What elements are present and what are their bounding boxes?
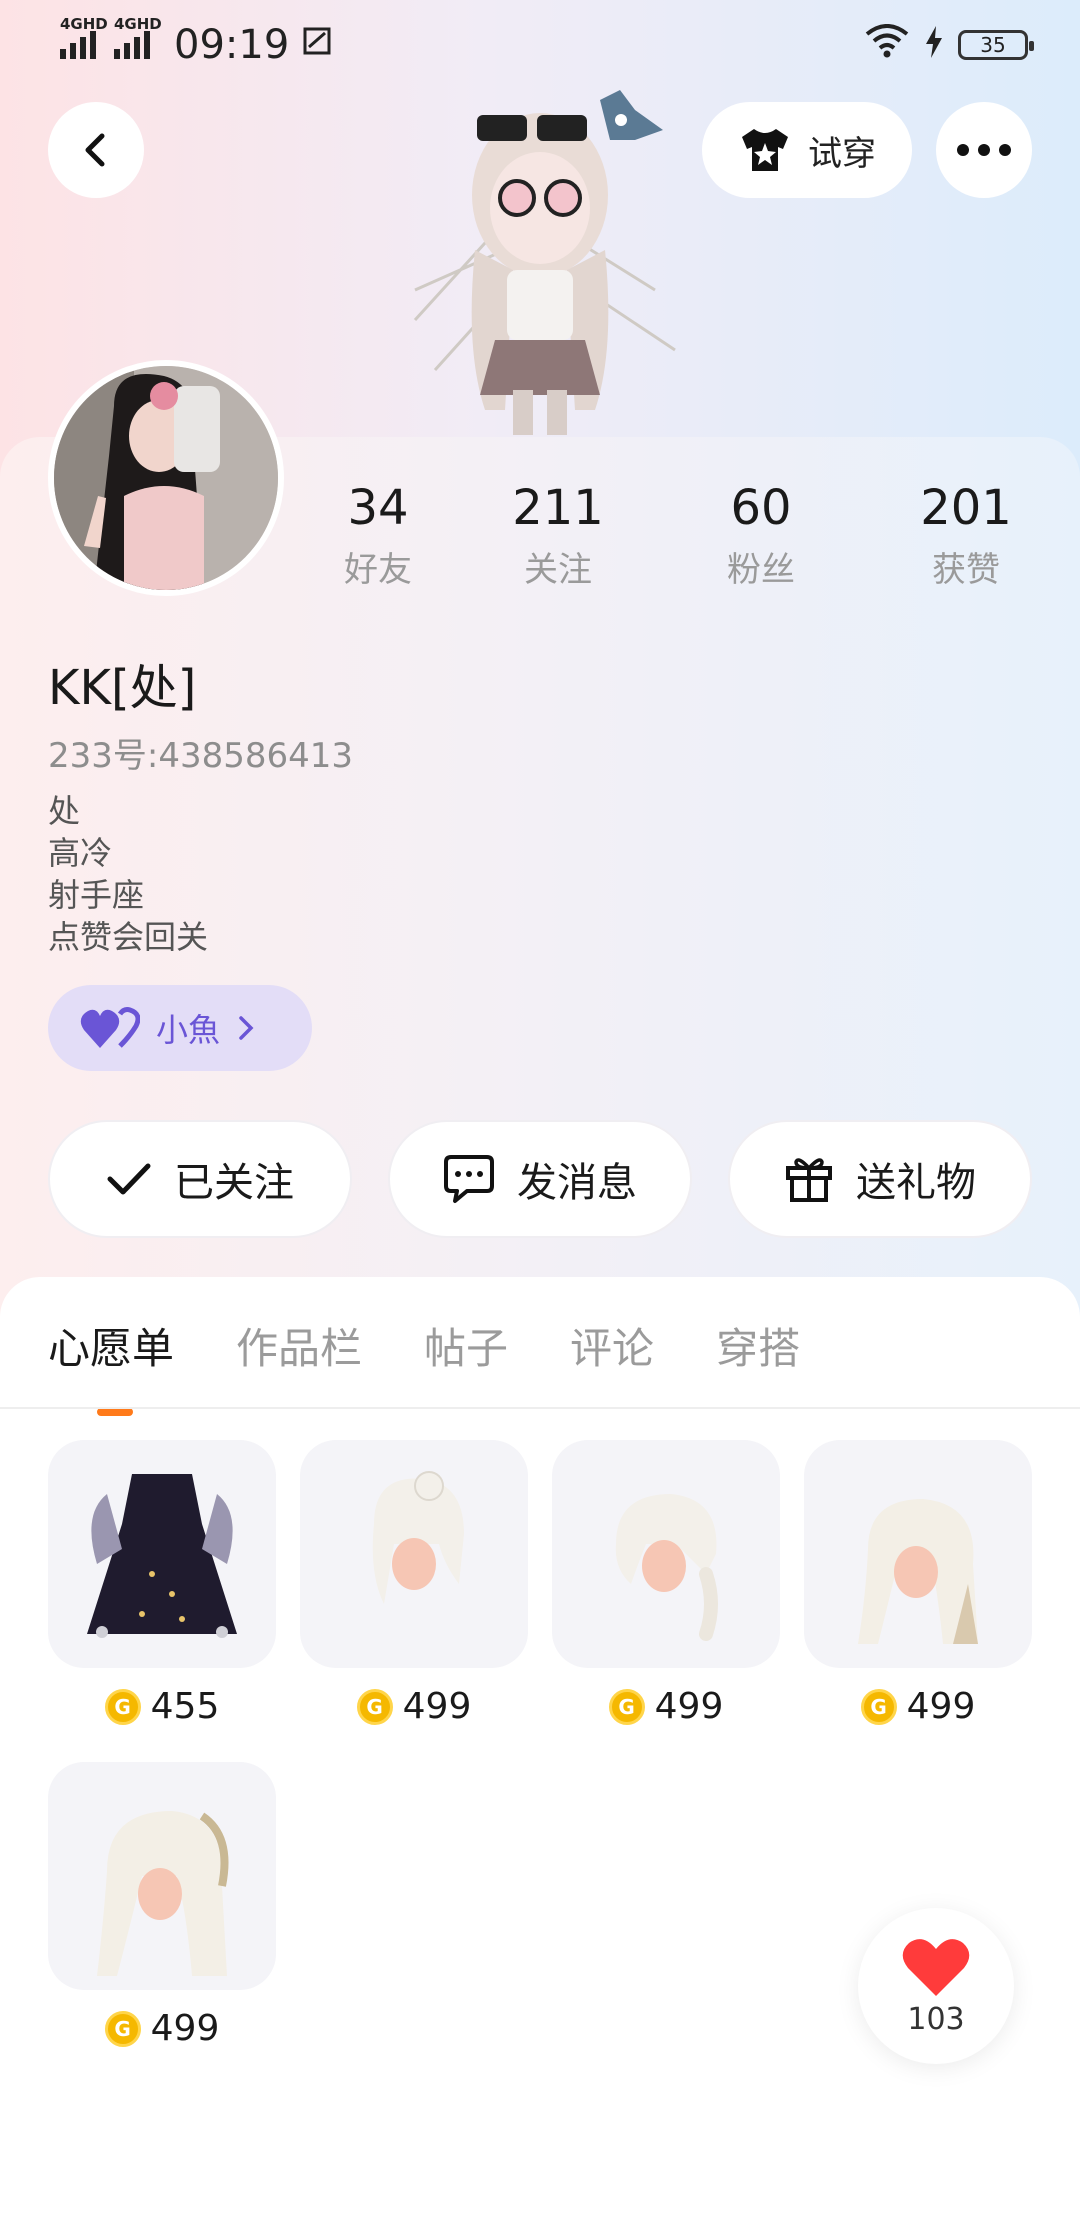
bio-line: 射手座 (48, 876, 145, 914)
item-thumbnail (552, 1440, 780, 1668)
avatar-3d-figure[interactable] (395, 90, 695, 435)
stat-label: 关注 (524, 550, 592, 590)
item-thumbnail (804, 1440, 1032, 1668)
stat-following[interactable]: 211 关注 (478, 480, 638, 591)
status-bar: 4GHD 4GHD 09:19 35 (0, 0, 1080, 90)
followed-button[interactable]: 已关注 (48, 1120, 352, 1238)
wifi-icon (864, 22, 910, 68)
fan-tag-label: 小魚 (156, 1011, 221, 1049)
wishlist-item[interactable]: G 499 (300, 1440, 528, 1727)
chevron-right-icon (239, 1016, 254, 1040)
stat-likes[interactable]: 201 获赞 (886, 480, 1046, 591)
shirt-icon (742, 129, 788, 171)
coin-icon: G (356, 1688, 393, 1725)
send-gift-button[interactable]: 送礼物 (728, 1120, 1032, 1238)
avatar[interactable] (48, 360, 284, 596)
fan-tag[interactable]: 小魚 (48, 985, 312, 1071)
coin-icon: G (104, 1688, 141, 1725)
item-thumbnail (48, 1762, 276, 1990)
stat-label: 获赞 (932, 550, 1000, 590)
price-value: 499 (906, 1686, 976, 1727)
nickname: KK[处] (48, 660, 197, 716)
price-value: 499 (402, 1686, 472, 1727)
battery-icon: 35 (958, 30, 1034, 60)
item-price: G 455 (48, 1686, 276, 1727)
bio-line: 处 (48, 792, 81, 830)
price-value: 499 (150, 2008, 220, 2049)
gift-icon (786, 1158, 832, 1202)
send-gift-label: 送礼物 (856, 1160, 976, 1206)
chat-icon (444, 1155, 494, 1203)
item-price: G 499 (552, 1686, 780, 1727)
tab-divider (0, 1407, 1080, 1409)
more-icon (957, 144, 1011, 156)
stat-fans[interactable]: 60 粉丝 (681, 480, 841, 591)
like-count: 103 (907, 2001, 965, 2037)
stat-label: 粉丝 (727, 550, 795, 590)
price-value: 499 (654, 1686, 724, 1727)
signal-icon: 4GHD (60, 15, 108, 59)
coin-icon: G (860, 1688, 897, 1725)
stat-value: 34 (347, 480, 409, 536)
message-label: 发消息 (517, 1160, 637, 1206)
stat-value: 211 (512, 480, 604, 536)
item-thumbnail (48, 1440, 276, 1668)
bio-line: 高冷 (48, 834, 113, 872)
followed-label: 已关注 (174, 1160, 294, 1206)
item-price: G 499 (48, 2008, 276, 2049)
item-price: G 499 (300, 1686, 528, 1727)
tab-outfits[interactable]: 穿搭 (716, 1315, 800, 1376)
tab-comments[interactable]: 评论 (570, 1315, 654, 1376)
bio-line: 点赞会回关 (48, 918, 209, 956)
double-heart-icon (80, 1007, 140, 1048)
user-id[interactable]: 233号:438586413 (48, 728, 353, 777)
wishlist-item[interactable]: G 499 (552, 1440, 780, 1727)
screenshot-icon (301, 25, 333, 65)
wishlist-item[interactable]: G 455 (48, 1440, 276, 1727)
coin-icon: G (608, 1688, 645, 1725)
charging-icon (924, 22, 944, 68)
tab-bar: 心愿单 作品栏 帖子 评论 穿搭 (48, 1315, 800, 1376)
price-value: 455 (150, 1686, 220, 1727)
item-price: G 499 (804, 1686, 1032, 1727)
status-time: 09:19 (174, 22, 290, 68)
tab-wishlist[interactable]: 心愿单 (48, 1315, 174, 1376)
message-button[interactable]: 发消息 (388, 1120, 692, 1238)
stat-label: 好友 (344, 550, 412, 590)
stat-friends[interactable]: 34 好友 (298, 480, 458, 591)
more-button[interactable] (936, 102, 1032, 198)
item-thumbnail (300, 1440, 528, 1668)
try-on-button[interactable]: 试穿 (702, 102, 912, 198)
wishlist-item[interactable]: G 499 (804, 1440, 1032, 1727)
tab-posts[interactable]: 帖子 (424, 1315, 508, 1376)
back-button[interactable] (48, 102, 144, 198)
stat-value: 201 (920, 480, 1012, 536)
coin-icon: G (104, 2010, 141, 2047)
content-area: 心愿单 作品栏 帖子 评论 穿搭 (0, 1277, 1080, 2214)
like-button[interactable]: 103 (858, 1908, 1014, 2064)
stat-value: 60 (730, 480, 792, 536)
wishlist-item[interactable]: G 499 (48, 1762, 276, 2049)
try-on-label: 试穿 (808, 133, 876, 174)
tab-works[interactable]: 作品栏 (236, 1315, 362, 1376)
check-icon (107, 1163, 151, 1195)
heart-icon (902, 1938, 970, 1996)
signal-icon-2: 4GHD (114, 15, 162, 59)
tab-indicator (97, 1408, 133, 1416)
bio: 处 高冷 射手座 点赞会回关 (48, 790, 208, 958)
chevron-left-icon (85, 133, 105, 167)
